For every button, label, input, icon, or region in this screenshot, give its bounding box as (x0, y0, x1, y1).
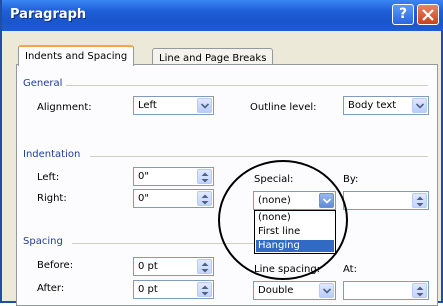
spinner-arrows-icon (416, 196, 424, 207)
left-indent-value: 0" (138, 171, 149, 182)
special-option-none[interactable]: (none) (256, 212, 334, 224)
at-label: At: (343, 264, 357, 275)
help-button[interactable]: ? (392, 4, 414, 25)
chevron-down-icon (416, 103, 424, 109)
by-spinner[interactable] (412, 193, 427, 208)
general-heading: General (23, 78, 63, 89)
dialog-title: Paragraph (10, 7, 87, 22)
alignment-label: Alignment: (37, 102, 92, 113)
spacing-after-spinner[interactable] (197, 282, 212, 297)
indentation-heading: Indentation (23, 149, 81, 160)
right-indent-spinner[interactable] (197, 191, 212, 206)
chevron-down-icon (201, 103, 209, 109)
left-indent-label: Left: (37, 172, 60, 183)
special-options-list[interactable]: (none) First line Hanging (254, 210, 336, 254)
special-label: Special: (254, 174, 294, 185)
special-select[interactable]: (none) (253, 191, 336, 210)
line-spacing-select[interactable]: Double (253, 281, 336, 300)
spacing-divider (72, 243, 254, 244)
spacing-after-field[interactable]: 0 pt (133, 280, 214, 299)
right-indent-label: Right: (37, 193, 67, 204)
line-spacing-dropdown-arrow[interactable] (319, 283, 334, 298)
spacing-before-label: Before: (37, 260, 74, 271)
by-field[interactable] (343, 191, 429, 210)
chevron-down-icon (323, 288, 331, 294)
alignment-value: Left (138, 100, 157, 111)
spacing-after-label: After: (37, 283, 65, 294)
tab-indents-and-spacing[interactable]: Indents and Spacing (18, 45, 135, 66)
outline-level-dropdown-arrow[interactable] (412, 98, 427, 113)
spinner-arrows-icon (201, 262, 209, 273)
right-indent-field[interactable]: 0" (133, 189, 214, 208)
title-bar[interactable]: Paragraph ? (2, 0, 443, 31)
left-indent-spinner[interactable] (197, 169, 212, 184)
right-indent-value: 0" (138, 193, 149, 204)
alignment-select[interactable]: Left (133, 96, 214, 115)
general-divider (66, 85, 428, 86)
line-spacing-label: Line spacing: (254, 264, 321, 275)
close-icon (422, 9, 434, 21)
line-spacing-value: Double (258, 285, 294, 296)
at-spinner[interactable] (412, 283, 427, 298)
spinner-arrows-icon (416, 286, 424, 297)
spacing-before-field[interactable]: 0 pt (133, 257, 214, 276)
at-field[interactable] (343, 281, 429, 300)
special-option-hanging[interactable]: Hanging (256, 240, 334, 252)
spacing-before-value: 0 pt (138, 261, 158, 272)
special-value: (none) (258, 195, 291, 206)
special-dropdown-arrow[interactable] (319, 193, 334, 208)
indentation-divider (90, 156, 428, 157)
alignment-dropdown-arrow[interactable] (197, 98, 212, 113)
help-icon: ? (398, 6, 408, 22)
spacing-before-spinner[interactable] (197, 259, 212, 274)
outline-level-label: Outline level: (250, 102, 317, 113)
paragraph-dialog: Paragraph ? Indents and Spacing Line and… (0, 0, 443, 306)
spinner-arrows-icon (201, 172, 209, 183)
spinner-arrows-icon (201, 194, 209, 205)
left-indent-field[interactable]: 0" (133, 167, 214, 186)
spinner-arrows-icon (201, 285, 209, 296)
by-label: By: (343, 174, 359, 185)
close-button[interactable] (417, 4, 439, 25)
outline-level-select[interactable]: Body text (343, 96, 429, 115)
special-option-first-line[interactable]: First line (256, 226, 334, 238)
spacing-heading: Spacing (23, 236, 63, 247)
outline-level-value: Body text (348, 100, 397, 111)
chevron-down-icon (323, 198, 331, 204)
spacing-after-value: 0 pt (138, 284, 158, 295)
